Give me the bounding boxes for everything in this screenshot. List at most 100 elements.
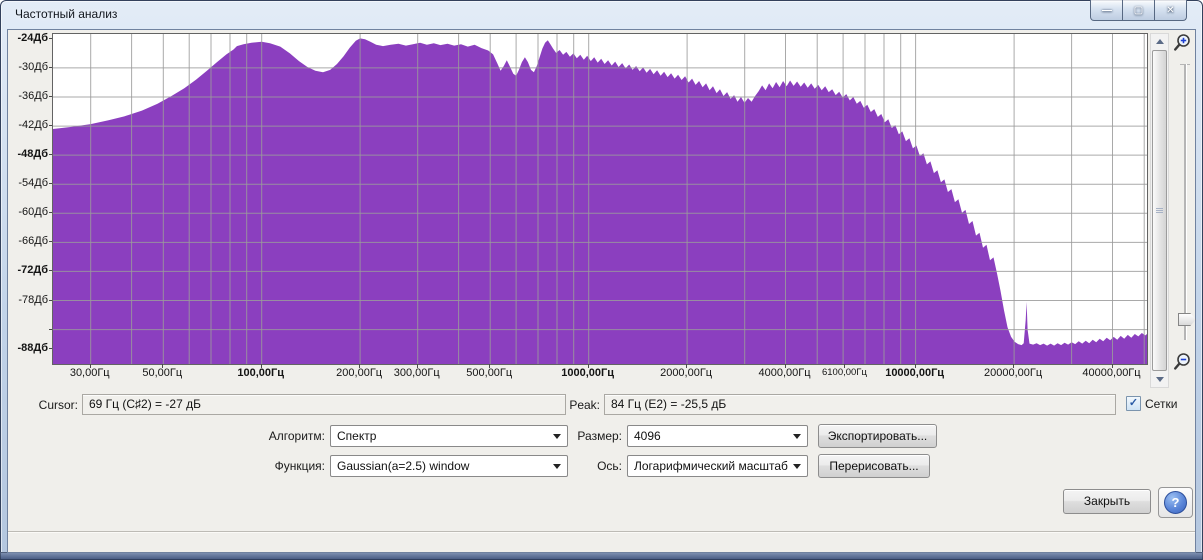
y-axis-label: -72Дб [17, 264, 48, 277]
help-button[interactable]: ? [1158, 487, 1193, 518]
cursor-readout: 69 Гц (C♯2) = -27 дБ [82, 394, 566, 415]
y-axis-label: -54Дб [18, 177, 48, 190]
export-button[interactable]: Экспортировать... [818, 424, 937, 448]
y-axis-tick [49, 328, 52, 330]
grids-checkbox-label: Сетки [1145, 396, 1178, 411]
algorithm-label: Алгоритм: [268, 429, 325, 443]
x-axis-tick [416, 364, 418, 368]
x-axis-tick [1111, 364, 1113, 368]
divider-line [8, 531, 1195, 533]
x-axis-tick [587, 364, 589, 368]
scrollbar-grip-icon [1156, 207, 1163, 213]
minimize-icon: — [1102, 4, 1112, 16]
x-axis-label: 200,00Гц [336, 367, 383, 379]
zoom-in-button[interactable] [1171, 32, 1193, 54]
size-combobox[interactable]: 4096 [627, 425, 808, 447]
x-axis-label: 20000,00Гц [983, 367, 1043, 379]
x-axis-tick [489, 364, 491, 368]
magnifier-minus-icon [1173, 353, 1190, 370]
close-icon: ✕ [1166, 4, 1175, 16]
peak-readout: 84 Гц (E2) = -25,5 дБ [604, 394, 1116, 415]
x-axis-label: 50,00Гц [142, 367, 183, 379]
x-axis-label: 10000,00Гц [885, 367, 945, 379]
function-value: Gaussian(a=2.5) window [337, 459, 470, 473]
zoom-out-button[interactable] [1171, 351, 1193, 373]
arrow-down-icon [1155, 377, 1164, 382]
cursor-label: Cursor: [38, 398, 78, 412]
x-axis-label: 40000,00Гц [1082, 367, 1141, 379]
x-axis-label: 1000,00Гц [561, 367, 615, 379]
x-axis-tick [162, 364, 164, 368]
y-axis-label: -48Дб [17, 148, 48, 161]
y-axis-label: -60Дб [18, 206, 48, 219]
scroll-up-button[interactable] [1151, 34, 1168, 49]
y-axis-label: -30Дб [18, 60, 48, 73]
y-axis-tick [49, 95, 52, 97]
y-axis-tick [49, 241, 52, 243]
y-axis-label: -24Дб [17, 31, 48, 44]
minimize-button[interactable]: — [1090, 0, 1123, 21]
chevron-down-icon [793, 434, 801, 439]
x-axis-tick [260, 364, 262, 368]
size-value: 4096 [634, 429, 661, 443]
magnifier-plus-icon [1173, 34, 1190, 51]
chevron-down-icon [793, 464, 801, 469]
y-axis-label: -42Дб [18, 119, 48, 132]
grids-checkbox-group[interactable]: ✓ Сетки [1126, 396, 1177, 411]
spectrum-plot[interactable] [52, 33, 1148, 365]
replot-button[interactable]: Перерисовать... [818, 454, 930, 478]
x-axis-label: 6100,00Гц [821, 367, 867, 378]
spectrum-chart [53, 34, 1147, 364]
algorithm-combobox[interactable]: Спектр [330, 425, 568, 447]
y-axis-tick [49, 37, 52, 39]
close-dialog-button[interactable]: Закрыть [1063, 489, 1151, 514]
axis-value: Логарифмический масштаб [634, 459, 788, 473]
maximize-icon: ▢ [1133, 4, 1144, 16]
y-axis-tick [49, 270, 52, 272]
axis-combobox[interactable]: Логарифмический масштаб [627, 455, 808, 477]
scroll-down-button[interactable] [1151, 372, 1168, 387]
y-axis-tick [49, 299, 52, 301]
close-window-button[interactable]: ✕ [1154, 0, 1187, 21]
axis-label: Ось: [597, 459, 622, 473]
window-title: Частотный анализ [15, 7, 118, 21]
x-axis-tick [1013, 364, 1015, 368]
y-axis-tick [49, 212, 52, 214]
y-axis-tick [49, 125, 52, 127]
y-axis-tick [49, 66, 52, 68]
frequency-analysis-window: Частотный анализ — ▢ ✕ -24Дб -30Дб -36Дб -4… [0, 0, 1203, 560]
x-axis-label: 2000,00Гц [660, 367, 713, 379]
size-label: Размер: [577, 429, 622, 443]
checkmark-icon: ✓ [1128, 397, 1139, 409]
x-axis-label: 4000,00Гц [758, 367, 811, 379]
dialog-client-area: -24Дб -30Дб -36Дб -42Дб -48Дб -54Дб -60Дб -66Дб… [8, 30, 1196, 552]
grids-checkbox[interactable]: ✓ [1126, 396, 1141, 411]
maximize-button[interactable]: ▢ [1122, 0, 1155, 21]
help-icon: ? [1164, 491, 1187, 514]
function-label: Функция: [274, 459, 325, 473]
zoom-slider-track[interactable] [1184, 64, 1186, 340]
window-bottom-border [0, 552, 1203, 560]
x-axis-label: 500,00Гц [466, 367, 513, 379]
x-axis-label: 300,00Гц [393, 367, 440, 379]
x-axis-tick [359, 364, 361, 368]
x-axis-tick [784, 364, 786, 368]
y-axis-label: -88Дб [17, 341, 48, 354]
x-axis-tick [844, 364, 846, 368]
y-axis-label: -36Дб [18, 89, 48, 102]
caption-buttons: — ▢ ✕ [1090, 0, 1187, 21]
y-axis-label: -66Дб [18, 235, 48, 248]
y-axis-tick [49, 183, 52, 185]
scrollbar-thumb[interactable] [1152, 50, 1167, 371]
x-axis-tick [686, 364, 688, 368]
vertical-scrollbar[interactable] [1150, 33, 1169, 388]
screenshot-stage: Частотный анализ — ▢ ✕ -24Дб -30Дб -36Дб -4… [0, 0, 1203, 560]
function-combobox[interactable]: Gaussian(a=2.5) window [330, 455, 568, 477]
y-axis-tick [49, 154, 52, 156]
x-axis-label: 100,00Гц [237, 367, 285, 379]
titlebar[interactable]: Частотный анализ — ▢ ✕ [0, 0, 1203, 30]
peak-label: Peak: [569, 398, 600, 412]
y-axis-label: -78Дб [18, 293, 48, 306]
x-axis-tick [89, 364, 91, 368]
x-axis-tick [914, 364, 916, 368]
